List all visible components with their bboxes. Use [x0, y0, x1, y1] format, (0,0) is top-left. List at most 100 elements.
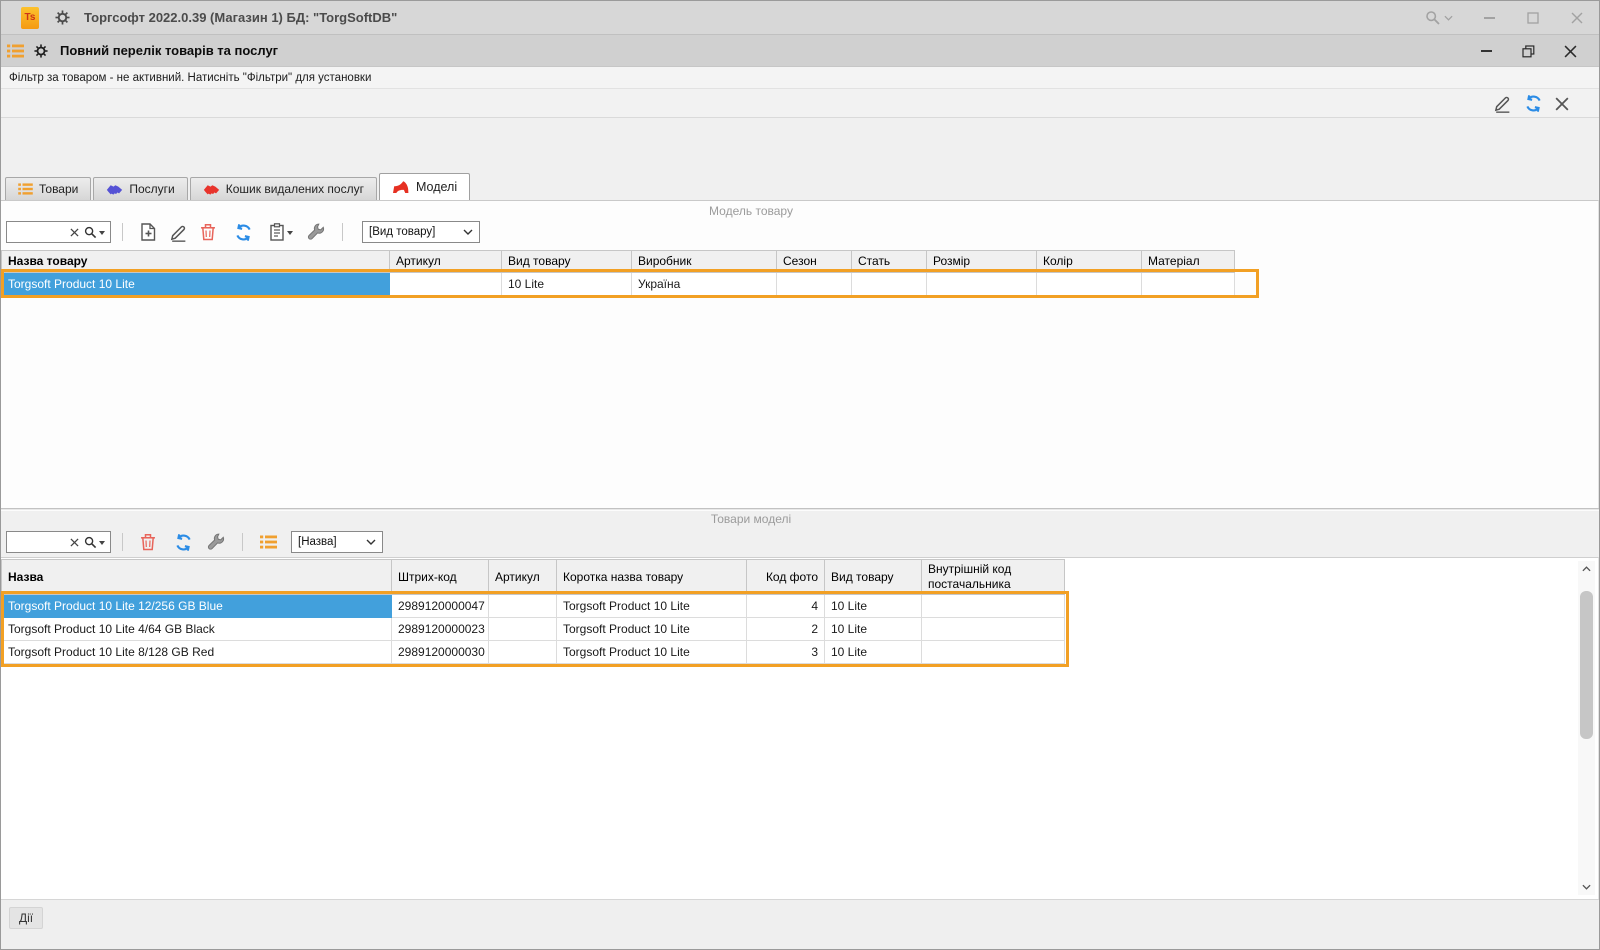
- table-cell[interactable]: Torgsoft Product 10 Lite: [557, 641, 747, 664]
- table-cell[interactable]: [777, 273, 852, 296]
- column-header[interactable]: Вид товару: [825, 560, 922, 595]
- list-columns-icon[interactable]: [260, 535, 277, 549]
- minimize-button[interactable]: [1465, 35, 1507, 67]
- table-cell[interactable]: [922, 641, 1065, 664]
- list-menu-icon[interactable]: [7, 44, 24, 58]
- table-cell[interactable]: [1142, 273, 1235, 296]
- table-cell[interactable]: 2989120000030: [392, 641, 489, 664]
- close-button[interactable]: [1555, 1, 1599, 35]
- column-header[interactable]: Штрих-код: [392, 560, 489, 595]
- refresh-icon[interactable]: [234, 223, 253, 242]
- column-header[interactable]: Колір: [1037, 251, 1142, 273]
- table-cell[interactable]: 10 Lite: [502, 273, 632, 296]
- main-titlebar: Ts Торгсофт 2022.0.39 (Магазин 1) БД: "T…: [1, 1, 1599, 35]
- heel-shoe-icon: [392, 180, 410, 194]
- settings-wrench-icon[interactable]: [307, 223, 325, 241]
- column-header[interactable]: Виробник: [632, 251, 777, 273]
- table-row[interactable]: Torgsoft Product 10 Lite 10 LiteУкраїна: [2, 273, 1235, 296]
- table-cell[interactable]: [922, 618, 1065, 641]
- scroll-down-icon[interactable]: [1578, 879, 1595, 895]
- scroll-up-icon[interactable]: [1578, 561, 1595, 577]
- goods-list-icon: [18, 183, 33, 195]
- column-header[interactable]: Вид товару: [502, 251, 632, 273]
- edit-filter-icon[interactable]: [1493, 94, 1512, 113]
- table-cell[interactable]: [489, 618, 557, 641]
- delete-record-icon[interactable]: [140, 533, 156, 551]
- gear-icon: [55, 10, 70, 25]
- table-row[interactable]: Torgsoft Product 10 Lite 12/256 GB Blue2…: [2, 595, 1065, 618]
- settings-wrench-icon[interactable]: [207, 533, 225, 551]
- model-panel-caption: Модель товару: [1, 204, 1501, 218]
- table-cell[interactable]: Torgsoft Product 10 Lite 12/256 GB Blue: [2, 595, 392, 618]
- column-header[interactable]: Коротка назва товару: [557, 560, 747, 595]
- table-row[interactable]: Torgsoft Product 10 Lite 4/64 GB Black29…: [2, 618, 1065, 641]
- search-icon[interactable]: [1411, 1, 1467, 35]
- refresh-icon[interactable]: [174, 533, 193, 552]
- tab-services[interactable]: Послуги: [93, 177, 187, 200]
- models-table: Назва товаруАртикулВид товаруВиробникСез…: [1, 250, 1235, 296]
- restore-button[interactable]: [1507, 35, 1549, 67]
- gear-icon: [34, 44, 48, 58]
- tab-bar: Товари Послуги Кошик видалених послуг Мо…: [5, 173, 472, 200]
- clear-search-icon[interactable]: [70, 228, 79, 237]
- column-header[interactable]: Артикул: [390, 251, 502, 273]
- table-cell[interactable]: 4: [747, 595, 825, 618]
- column-header[interactable]: Стать: [852, 251, 927, 273]
- clear-search-icon[interactable]: [70, 538, 79, 547]
- vertical-scrollbar[interactable]: [1578, 561, 1595, 895]
- table-cell[interactable]: [927, 273, 1037, 296]
- table-cell[interactable]: Torgsoft Product 10 Lite 4/64 GB Black: [2, 618, 392, 641]
- edit-record-icon[interactable]: [169, 223, 188, 242]
- close-panel-icon[interactable]: [1555, 97, 1569, 111]
- model-toolbar: [Вид товару]: [1, 218, 480, 246]
- table-cell[interactable]: [852, 273, 927, 296]
- add-record-icon[interactable]: [140, 223, 157, 241]
- items-search-input[interactable]: [7, 533, 70, 551]
- column-header[interactable]: Матеріал: [1142, 251, 1235, 273]
- actions-button[interactable]: Дії: [9, 907, 43, 929]
- table-cell[interactable]: 3: [747, 641, 825, 664]
- status-bar: Дії: [1, 899, 1599, 950]
- tab-goods[interactable]: Товари: [5, 177, 91, 200]
- table-cell[interactable]: 2989120000023: [392, 618, 489, 641]
- column-header[interactable]: Назва: [2, 560, 392, 595]
- close-button[interactable]: [1549, 35, 1591, 67]
- search-icon[interactable]: [84, 536, 105, 549]
- table-row[interactable]: Torgsoft Product 10 Lite 8/128 GB Red298…: [2, 641, 1065, 664]
- table-cell[interactable]: [489, 595, 557, 618]
- table-cell[interactable]: 10 Lite: [825, 641, 922, 664]
- scrollbar-thumb[interactable]: [1580, 591, 1593, 739]
- items-table: НазваШтрих-кодАртикулКоротка назва товар…: [1, 559, 1065, 664]
- table-cell[interactable]: 10 Lite: [825, 618, 922, 641]
- report-clipboard-icon[interactable]: [269, 223, 293, 241]
- table-cell[interactable]: [390, 273, 502, 296]
- refresh-icon[interactable]: [1524, 94, 1543, 113]
- table-cell[interactable]: [922, 595, 1065, 618]
- column-header[interactable]: Код фото: [747, 560, 825, 595]
- table-cell[interactable]: 2: [747, 618, 825, 641]
- column-header[interactable]: Внутрішній код постачальника: [922, 560, 1065, 595]
- search-icon[interactable]: [84, 226, 105, 239]
- minimize-button[interactable]: [1467, 1, 1511, 35]
- table-cell[interactable]: Torgsoft Product 10 Lite: [557, 618, 747, 641]
- maximize-button[interactable]: [1511, 1, 1555, 35]
- column-header[interactable]: Артикул: [489, 560, 557, 595]
- column-header[interactable]: Розмір: [927, 251, 1037, 273]
- filter-notice-text: Фільтр за товаром - не активний. Натисні…: [9, 72, 371, 84]
- column-header[interactable]: Назва товару: [2, 251, 390, 273]
- delete-record-icon[interactable]: [200, 223, 216, 241]
- table-cell[interactable]: Україна: [632, 273, 777, 296]
- table-cell[interactable]: 2989120000047: [392, 595, 489, 618]
- model-search-input[interactable]: [7, 223, 70, 241]
- tab-deleted-services[interactable]: Кошик видалених послуг: [190, 177, 377, 200]
- table-cell[interactable]: Torgsoft Product 10 Lite: [557, 595, 747, 618]
- table-cell[interactable]: Torgsoft Product 10 Lite 8/128 GB Red: [2, 641, 392, 664]
- type-filter-dropdown[interactable]: [Вид товару]: [362, 221, 480, 243]
- column-header[interactable]: Сезон: [777, 251, 852, 273]
- table-cell[interactable]: 10 Lite: [825, 595, 922, 618]
- table-cell[interactable]: [1037, 273, 1142, 296]
- sort-filter-dropdown[interactable]: [Назва]: [291, 531, 383, 553]
- tab-models[interactable]: Моделі: [379, 173, 470, 200]
- table-cell[interactable]: Torgsoft Product 10 Lite: [2, 273, 390, 296]
- table-cell[interactable]: [489, 641, 557, 664]
